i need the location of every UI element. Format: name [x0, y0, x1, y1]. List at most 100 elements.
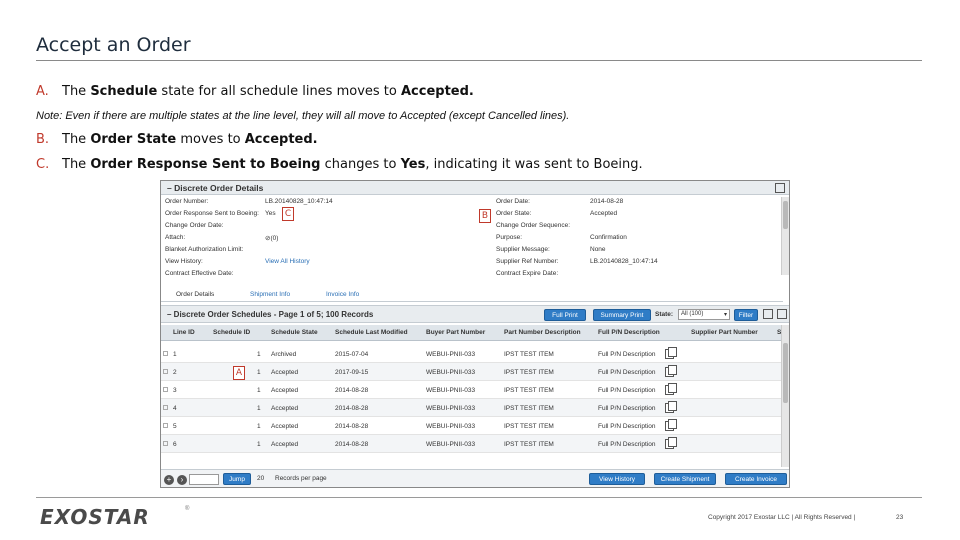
jump-button[interactable]: Jump [223, 473, 251, 485]
table-row[interactable]: 1 1 Archived 2015-07-04 WEBUI-PNII-033 I… [161, 345, 783, 363]
state-select[interactable]: All (100) ▾ [678, 309, 730, 320]
col-full-pn-description[interactable]: Full P/N Description [598, 329, 660, 336]
col-supplier-part-number[interactable]: Supplier Part Number [691, 329, 758, 336]
row-checkbox[interactable] [163, 387, 168, 392]
cell-schedule-state: Accepted [271, 405, 299, 412]
cell-schedule-id: 1 [257, 369, 261, 376]
point-b-text-2: moves to [176, 132, 245, 147]
tab-shipment-info[interactable]: Shipment Info [250, 291, 290, 298]
table-row[interactable]: 4 1 Accepted 2014-08-28 WEBUI-PNII-033 I… [161, 399, 783, 417]
copy-icon[interactable] [665, 437, 677, 449]
create-invoice-button[interactable]: Create Invoice [725, 473, 787, 485]
col-schedule-id[interactable]: Schedule ID [213, 329, 250, 336]
cell-last-modified: 2014-08-28 [335, 405, 369, 412]
copy-icon[interactable] [665, 383, 677, 395]
cell-buyer-pn: WEBUI-PNII-033 [426, 423, 476, 430]
exostar-logo: EXOSTAR [40, 505, 150, 529]
cell-full-pn: Full P/N Description [598, 405, 656, 412]
cell-line-id: 4 [173, 405, 177, 412]
row-checkbox[interactable] [163, 405, 168, 410]
cell-schedule-id: 1 [257, 387, 261, 394]
cell-schedule-state: Accepted [271, 423, 299, 430]
callout-a: A [233, 366, 245, 380]
table-row[interactable]: 3 1 Accepted 2014-08-28 WEBUI-PNII-033 I… [161, 381, 783, 399]
filter-button[interactable]: Filter [734, 309, 758, 321]
cell-part-desc: IPST TEST ITEM [504, 441, 554, 448]
row-checkbox[interactable] [163, 351, 168, 356]
cell-schedule-id: 1 [257, 423, 261, 430]
table-row[interactable]: 2 1 Accepted 2017-09-15 WEBUI-PNII-033 I… [161, 363, 783, 381]
document-icon[interactable] [763, 309, 773, 319]
col-line-id[interactable]: Line ID [173, 329, 195, 336]
records-per-page-value[interactable]: 20 [257, 475, 264, 482]
cell-part-desc: IPST TEST ITEM [504, 369, 554, 376]
add-icon[interactable]: + [164, 475, 174, 485]
cell-schedule-state: Accepted [271, 387, 299, 394]
grid-scrollbar[interactable] [781, 325, 789, 467]
create-shipment-button[interactable]: Create Shipment [654, 473, 716, 485]
cell-line-id: 6 [173, 441, 177, 448]
purpose-value: Confirmation [590, 234, 627, 241]
slide-title: Accept an Order [36, 34, 191, 56]
copy-icon[interactable] [665, 401, 677, 413]
col-buyer-part-number[interactable]: Buyer Part Number [426, 329, 485, 336]
row-checkbox[interactable] [163, 441, 168, 446]
supplier-message-label: Supplier Message: [496, 246, 550, 253]
point-a-bold-1: Schedule [90, 84, 158, 99]
copy-icon[interactable] [665, 347, 677, 359]
cell-last-modified: 2015-07-04 [335, 351, 369, 358]
cell-last-modified: 2014-08-28 [335, 423, 369, 430]
title-divider [36, 60, 922, 61]
schedules-grid-header: Line ID Schedule ID Schedule State Sched… [161, 325, 783, 341]
table-row[interactable]: 6 1 Accepted 2014-08-28 WEBUI-PNII-033 I… [161, 435, 783, 453]
details-scrollbar[interactable] [781, 197, 789, 275]
row-checkbox[interactable] [163, 369, 168, 374]
records-per-page-label: Records per page [275, 475, 327, 482]
edit-icon[interactable] [777, 309, 787, 319]
attach-value[interactable]: ⊘(0) [265, 234, 278, 242]
cell-full-pn: Full P/N Description [598, 387, 656, 394]
chevron-down-icon: ▾ [723, 312, 727, 318]
cell-buyer-pn: WEBUI-PNII-033 [426, 387, 476, 394]
copyright-text: Copyright 2017 Exostar LLC | All Rights … [708, 514, 856, 521]
schedules-title: – Discrete Order Schedules - Page 1 of 5… [167, 310, 374, 319]
detail-tabs: Order Details Shipment Info Invoice Info [161, 288, 783, 302]
page-jump-input[interactable] [189, 474, 219, 485]
row-checkbox[interactable] [163, 423, 168, 428]
blanket-limit-label: Blanket Authorization Limit: [165, 246, 244, 253]
details-header[interactable]: – Discrete Order Details [161, 181, 789, 195]
col-schedule-state[interactable]: Schedule State [271, 329, 318, 336]
table-row[interactable]: 5 1 Accepted 2014-08-28 WEBUI-PNII-033 I… [161, 417, 783, 435]
edit-icon[interactable] [775, 183, 785, 193]
full-print-button[interactable]: Full Print [544, 309, 586, 321]
cell-schedule-id: 1 [257, 441, 261, 448]
change-order-date-label: Change Order Date: [165, 222, 224, 229]
change-order-seq-label: Change Order Sequence: [496, 222, 571, 229]
schedules-toolbar: – Discrete Order Schedules - Page 1 of 5… [161, 305, 789, 323]
arrow-right-icon[interactable]: › [177, 475, 187, 485]
point-a-marker: A. [36, 84, 49, 99]
page-number: 23 [896, 514, 904, 521]
cell-full-pn: Full P/N Description [598, 423, 656, 430]
col-part-description[interactable]: Part Number Description [504, 329, 581, 336]
cell-schedule-state: Accepted [271, 441, 299, 448]
tab-order-details[interactable]: Order Details [176, 291, 215, 298]
cell-schedule-state: Accepted [271, 369, 299, 376]
view-history-button[interactable]: View History [589, 473, 645, 485]
order-date-value: 2014-08-28 [590, 198, 624, 205]
cell-part-desc: IPST TEST ITEM [504, 351, 554, 358]
footer-divider [36, 497, 922, 498]
cell-schedule-id: 1 [257, 405, 261, 412]
copy-icon[interactable] [665, 365, 677, 377]
summary-print-button[interactable]: Summary Print [593, 309, 651, 321]
details-scroll-thumb[interactable] [783, 201, 788, 229]
col-last-modified[interactable]: Schedule Last Modified [335, 329, 408, 336]
callout-b: B [479, 209, 491, 223]
copy-icon[interactable] [665, 419, 677, 431]
point-b-bold-1: Order State [90, 132, 177, 147]
state-select-value: All (100) [681, 311, 704, 317]
grid-scroll-thumb[interactable] [783, 343, 788, 403]
tab-invoice-info[interactable]: Invoice Info [326, 291, 359, 298]
view-all-history-link[interactable]: View All History [265, 258, 310, 265]
cell-full-pn: Full P/N Description [598, 351, 656, 358]
